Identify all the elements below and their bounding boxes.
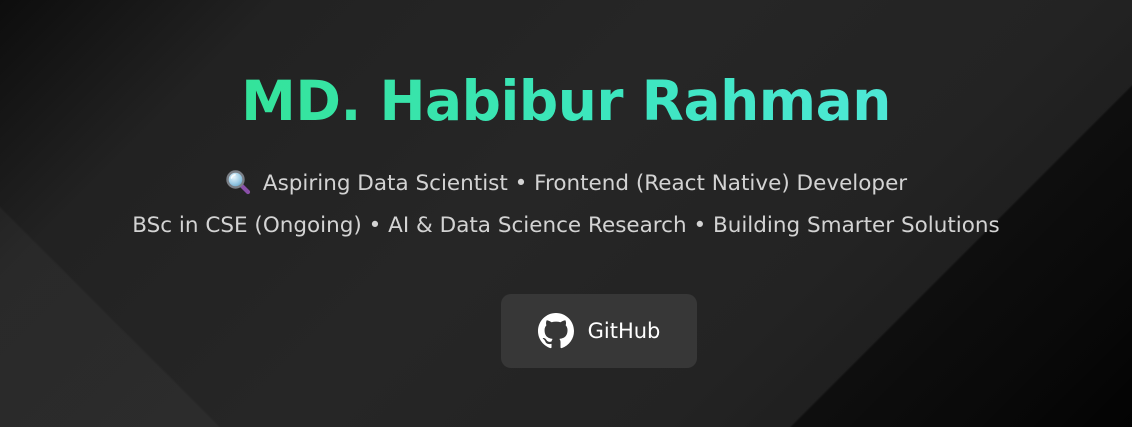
profile-name-heading: MD. Habibur Rahman	[0, 66, 1132, 136]
github-icon	[537, 313, 574, 349]
profile-subline: BSc in CSE (Ongoing) • AI & Data Science…	[0, 211, 1132, 241]
github-button-label: GitHub	[587, 319, 661, 343]
profile-hero: MD. Habibur Rahman Aspiring Data Scienti…	[0, 0, 1132, 427]
tagline-text: Aspiring Data Scientist • Frontend (Reac…	[262, 171, 908, 196]
github-button[interactable]: GitHub	[501, 294, 697, 368]
subline-text: BSc in CSE (Ongoing) • AI & Data Science…	[132, 213, 1000, 238]
profile-name: MD. Habibur Rahman	[241, 69, 891, 133]
profile-tagline: Aspiring Data Scientist • Frontend (Reac…	[0, 169, 1132, 199]
magnifying-glass-icon	[226, 170, 250, 195]
